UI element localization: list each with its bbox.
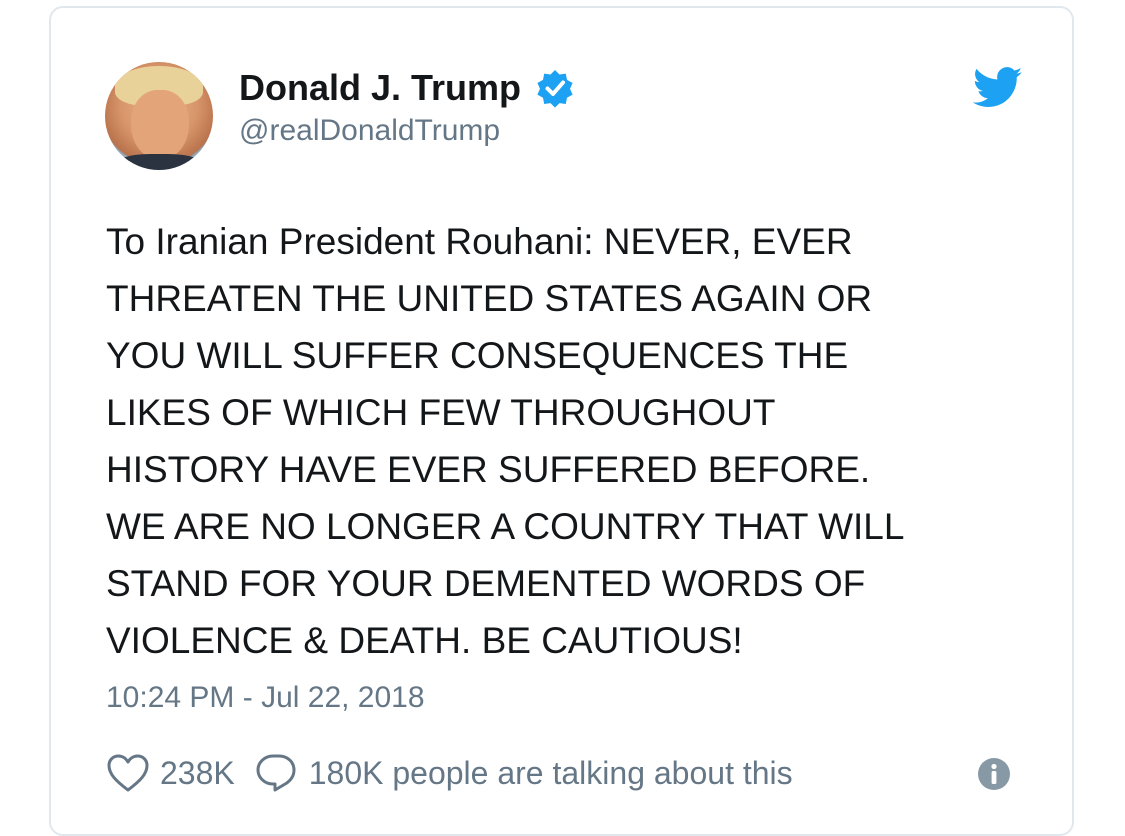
heart-icon bbox=[107, 754, 149, 792]
like-count: 238K bbox=[160, 754, 235, 791]
like-button[interactable]: 238K bbox=[106, 753, 235, 793]
author-block[interactable]: Donald J. Trump @realDonaldTrump bbox=[239, 66, 575, 150]
tweet-card[interactable]: Donald J. Trump @realDonaldTrump To Iran… bbox=[49, 6, 1074, 836]
speech-bubble-icon bbox=[256, 754, 296, 792]
twitter-bird-icon[interactable] bbox=[973, 66, 1023, 110]
info-icon[interactable] bbox=[976, 756, 1012, 792]
talking-count-text: 180K people are talking about this bbox=[308, 754, 793, 791]
author-handle[interactable]: @realDonaldTrump bbox=[239, 112, 575, 150]
conversation-link[interactable]: 180K people are talking about this bbox=[253, 752, 793, 794]
avatar-face bbox=[131, 90, 189, 160]
author-display-name[interactable]: Donald J. Trump bbox=[239, 66, 521, 110]
avatar[interactable] bbox=[105, 62, 213, 170]
tweet-actions: 238K 180K people are talking about this bbox=[106, 751, 793, 795]
avatar-suit bbox=[113, 154, 205, 170]
tweet-timestamp[interactable]: 10:24 PM - Jul 22, 2018 bbox=[106, 678, 425, 718]
tweet-text: To Iranian President Rouhani: NEVER, EVE… bbox=[106, 221, 905, 661]
verified-badge-icon bbox=[537, 70, 574, 108]
